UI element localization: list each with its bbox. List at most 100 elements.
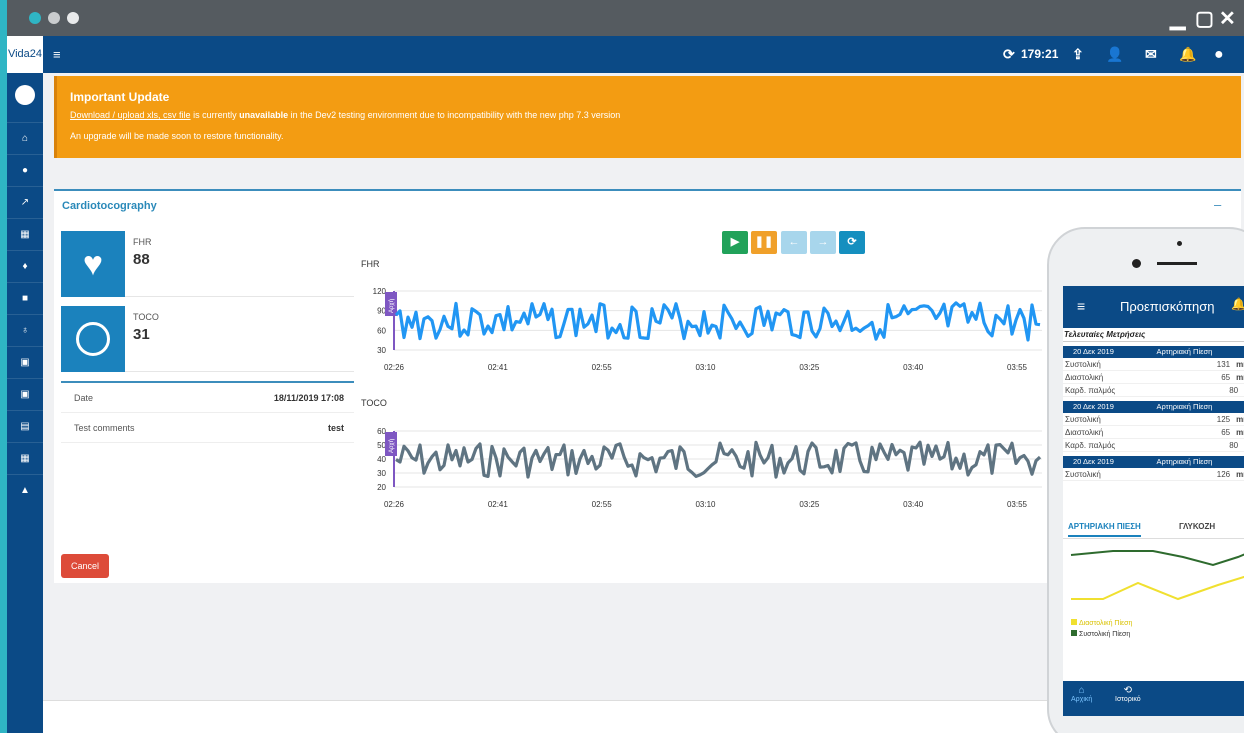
toco-chart: 6050403020Αρχή02:26 02:41 02:55 03:10 03:25 0… — [377, 427, 1042, 509]
y-tick-label: 30 — [377, 346, 386, 355]
session-timer: 179:21 — [1021, 47, 1059, 61]
fhr-label: FHR — [133, 237, 152, 247]
tab-glucose[interactable]: ΓΛΥΚΟΖΗ — [1179, 522, 1215, 531]
x-tick-label: 02:55 — [592, 500, 613, 509]
phone-menu-icon[interactable]: ≡ — [1077, 298, 1085, 314]
close-icon[interactable]: ✕ — [1219, 6, 1236, 31]
x-tick-label: 03:25 — [799, 363, 820, 372]
phone-mockup: ≡ Προεπισκόπηση 🔔 Τελευταίες Μετρήσεις 2… — [1047, 227, 1244, 733]
title-bar: ▁ ▢ ✕ — [7, 0, 1244, 36]
user-icon[interactable]: ● — [1214, 36, 1224, 73]
heart-icon: ♥ — [61, 231, 125, 297]
x-tick-label: 03:25 — [799, 500, 820, 509]
refresh-icon[interactable]: ⟳ — [1003, 36, 1015, 73]
x-tick-label: 03:40 — [903, 363, 924, 372]
phone-legend: Διαστολική Πίεση Συστολική Πίεση — [1071, 618, 1132, 640]
x-tick-label: 02:41 — [488, 500, 509, 509]
series-line — [395, 440, 1042, 479]
fhr-value: 88 — [133, 251, 150, 268]
play-button[interactable]: ▶ — [722, 231, 748, 254]
measurements-list: Τελευταίες Μετρήσεις 20 Δεκ 2019 Αρτηριακ… — [1063, 328, 1244, 481]
info-table: Date 18/11/2019 17:08 Test comments test — [61, 381, 354, 443]
nav-history[interactable]: ⟲ Ιστορικό — [1115, 685, 1141, 703]
history-icon: ⟲ — [1123, 685, 1133, 696]
flask-icon[interactable]: ▲ — [7, 474, 43, 506]
y-tick-label: 40 — [377, 455, 386, 464]
card-header: 20 Δεκ 2019Αρτηριακή Πίεση1 — [1063, 456, 1244, 468]
sensor-icon — [1132, 259, 1141, 268]
cancel-button[interactable]: Cancel — [61, 554, 109, 578]
x-tick-label: 03:55 — [1007, 500, 1028, 509]
upload-icon[interactable]: ⇪ — [1072, 36, 1084, 73]
measurement-row: Διαστολική65mmHg — [1063, 426, 1244, 439]
home-icon: ⌂ — [1078, 685, 1085, 696]
calendar-icon[interactable]: ▦ — [7, 218, 43, 250]
phone-title: Προεπισκόπηση — [1120, 299, 1215, 314]
home-icon[interactable]: ⌂ — [7, 122, 43, 154]
y-tick-label: 20 — [377, 483, 386, 492]
phone-header: ≡ Προεπισκόπηση 🔔 — [1063, 286, 1244, 328]
x-tick-label: 02:55 — [592, 363, 613, 372]
start-marker-label: Αρχή — [388, 299, 395, 313]
users-icon[interactable]: ● — [7, 154, 43, 186]
building-icon[interactable]: ▤ — [7, 410, 43, 442]
alert-title: Important Update — [70, 90, 170, 104]
calendar-icon[interactable]: ▦ — [7, 442, 43, 474]
x-tick-label: 03:40 — [903, 500, 924, 509]
add-user-icon[interactable]: 👤 — [1106, 36, 1123, 73]
minimize-icon[interactable]: ▁ — [1170, 6, 1185, 31]
x-tick-label: 03:10 — [695, 363, 716, 372]
toco-value: 31 — [133, 326, 150, 343]
download-link[interactable]: Download / upload xls, csv file — [70, 110, 191, 120]
measurement-row: Καρδ. παλμός80bpm — [1063, 439, 1244, 452]
card-header: 20 Δεκ 2019Αρτηριακή Πίεση1 — [1063, 401, 1244, 413]
window-dot-icon[interactable] — [48, 12, 60, 24]
window-dot-icon[interactable] — [29, 12, 41, 24]
window-dot-icon[interactable] — [67, 12, 79, 24]
bell-icon[interactable]: 🔔 — [1179, 36, 1196, 73]
phone-bell-icon[interactable]: 🔔 — [1231, 297, 1244, 311]
back-button[interactable]: ← — [781, 231, 807, 254]
x-tick-label: 02:26 — [384, 363, 405, 372]
sidebar: ⌂ ● ↗ ▦ ♦ ■ ♁ ▣ ▣ ▤ ▦ ▲ — [7, 73, 43, 733]
stethoscope-icon[interactable]: ♁ — [7, 314, 43, 346]
folder-icon[interactable]: ■ — [7, 282, 43, 314]
chart-title-toco: TOCO — [361, 398, 387, 408]
collapse-button[interactable]: – — [1214, 197, 1221, 212]
series-line — [394, 301, 1041, 342]
start-marker-label: Αρχή — [388, 439, 395, 453]
chart-title-fhr: FHR — [361, 259, 380, 269]
avatar[interactable] — [15, 85, 35, 105]
baby-icon — [61, 306, 125, 372]
maximize-icon[interactable]: ▢ — [1195, 6, 1214, 31]
measurement-row: Συστολική131mmHg — [1063, 358, 1244, 371]
toco-box: TOCO 31 — [61, 306, 354, 372]
measurement-row: Συστολική126mmHg — [1063, 468, 1244, 481]
forward-button[interactable]: → — [810, 231, 836, 254]
phone-screen: ≡ Προεπισκόπηση 🔔 Τελευταίες Μετρήσεις 2… — [1063, 286, 1244, 716]
medkit-icon[interactable]: ▣ — [7, 346, 43, 378]
drop-icon[interactable]: ♦ — [7, 250, 43, 282]
menu-icon[interactable]: ≡ — [53, 36, 61, 73]
reload-button[interactable]: ⟳ — [839, 231, 865, 254]
table-row: Test comments test — [61, 413, 354, 443]
section-title: Τελευταίες Μετρήσεις — [1063, 328, 1244, 342]
legend-item: Διαστολική Πίεση — [1071, 618, 1132, 629]
mail-icon[interactable]: ✉ — [1145, 36, 1157, 73]
nav-home[interactable]: ⌂ Αρχική — [1071, 685, 1092, 703]
x-tick-label: 03:10 — [695, 500, 716, 509]
brand-logo[interactable]: Vida24 — [7, 36, 43, 73]
y-tick-label: 120 — [373, 287, 387, 296]
table-row: Date 18/11/2019 17:08 — [61, 383, 354, 413]
pause-button[interactable]: ❚❚ — [751, 231, 777, 254]
briefcase-icon[interactable]: ▣ — [7, 378, 43, 410]
measurement-cards: 20 Δεκ 2019Αρτηριακή Πίεση1Συστολική131m… — [1063, 346, 1244, 481]
chart-icon[interactable]: ↗ — [7, 186, 43, 218]
top-navbar: Vida24 ≡ ⟳ 179:21 ⇪ 👤 ✉ 🔔 ● — [7, 36, 1244, 73]
panel-title: Cardiotocography — [62, 200, 157, 212]
card-header: 20 Δεκ 2019Αρτηριακή Πίεση1 — [1063, 346, 1244, 358]
measurement-row: Συστολική125mmHg — [1063, 413, 1244, 426]
tab-blood-pressure[interactable]: ΑΡΤΗΡΙΑΚΗ ΠΙΕΣΗ — [1068, 522, 1141, 537]
speaker-icon — [1157, 262, 1197, 265]
y-tick-label: 60 — [377, 326, 386, 335]
